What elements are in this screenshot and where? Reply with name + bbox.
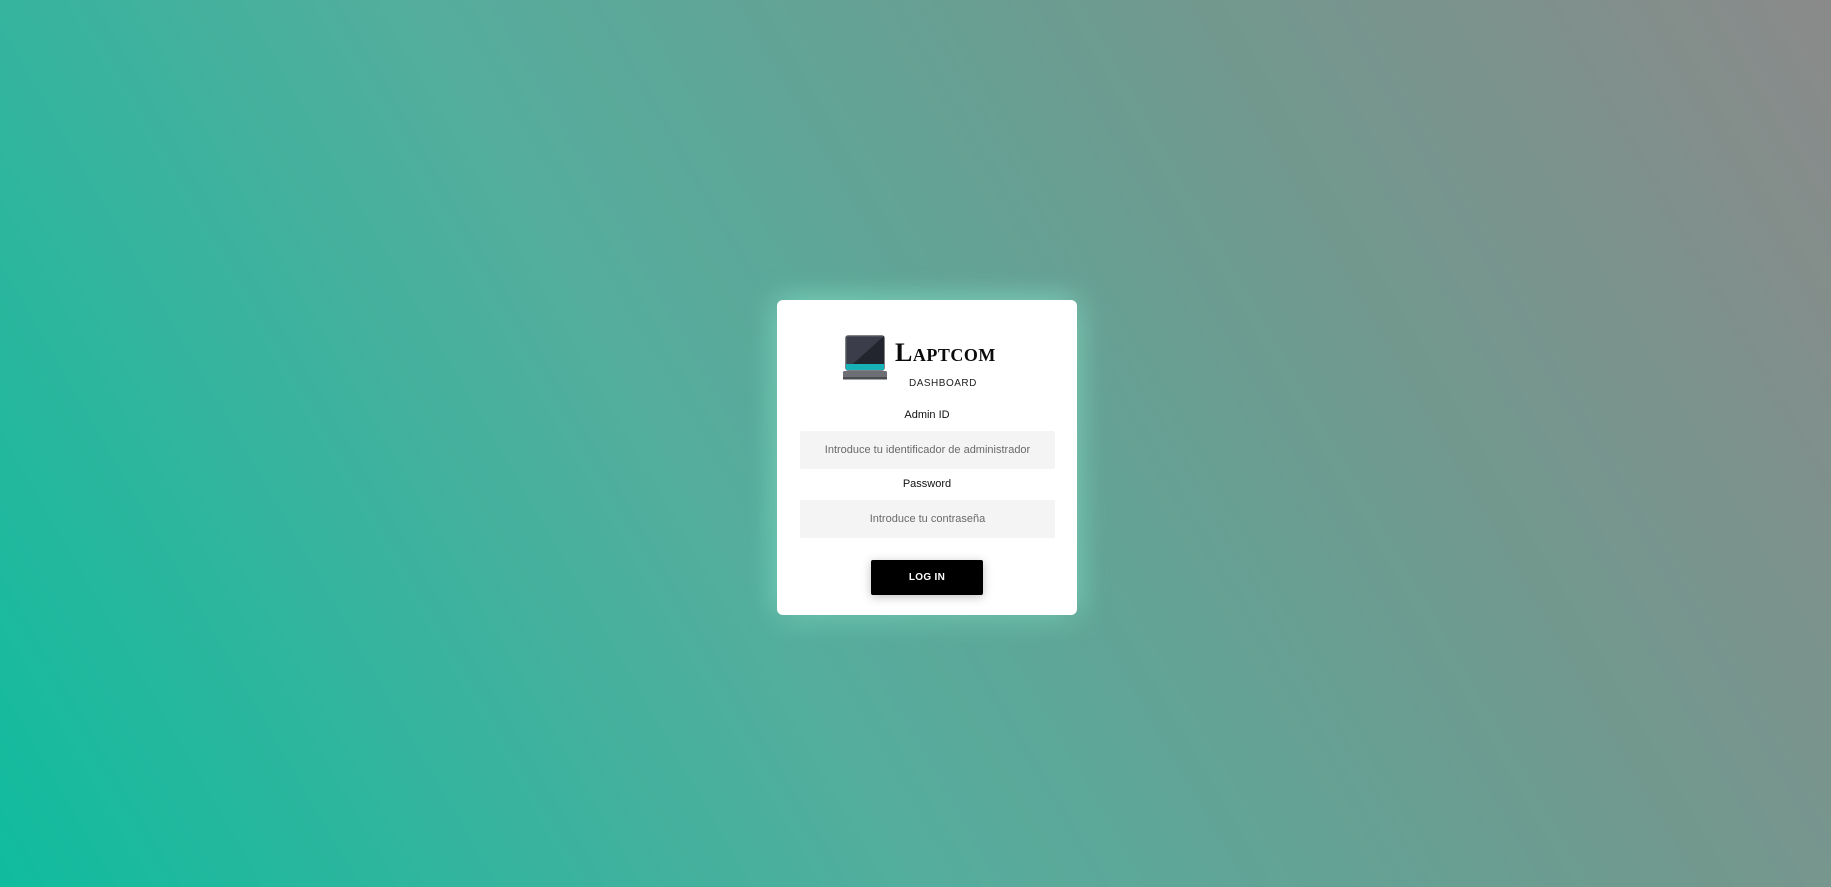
password-label: Password [902, 478, 952, 490]
brand-name: Laptcom [895, 338, 996, 367]
password-input[interactable] [800, 500, 1055, 538]
login-button[interactable]: LOG IN [871, 560, 983, 595]
laptop-icon [843, 335, 887, 380]
admin-id-input[interactable] [800, 431, 1055, 469]
brand-subtitle: DASHBOARD [909, 378, 977, 389]
admin-id-label: Admin ID [904, 409, 950, 421]
login-card: Laptcom DASHBOARD Admin ID Password LOG … [777, 300, 1077, 615]
brand-logo: Laptcom DASHBOARD [843, 333, 1013, 393]
